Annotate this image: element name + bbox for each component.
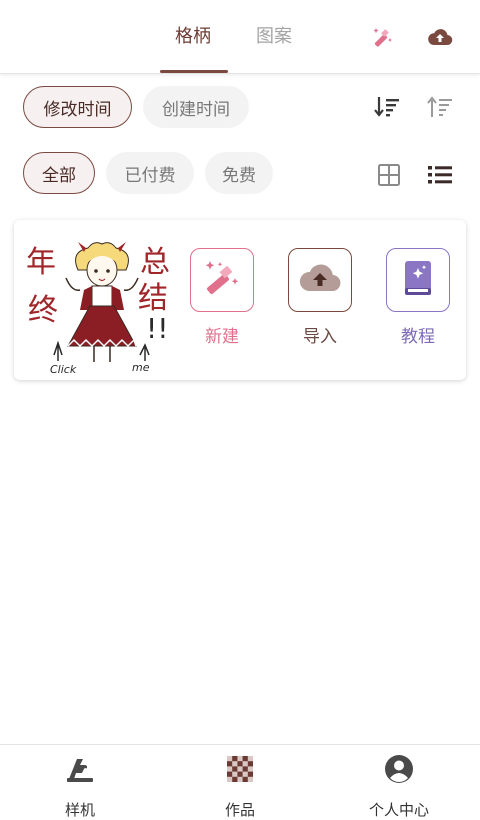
active-tab-indicator [160, 70, 228, 73]
import-button[interactable] [288, 248, 352, 312]
banner-exclaim: !! [146, 312, 168, 345]
tutorial-button[interactable] [386, 248, 450, 312]
sort-descending-icon[interactable] [372, 92, 402, 122]
filter-paid-chip[interactable]: 已付费 [106, 152, 194, 194]
year-end-summary-banner[interactable]: 年 终 总 结 !! Click me [24, 230, 184, 376]
top-header: 格柄 图案 [0, 0, 480, 74]
grid-view-icon[interactable] [374, 160, 404, 190]
bottom-navigation: 样机 作品 个人中心 [0, 744, 480, 820]
new-action[interactable]: 新建 [190, 248, 254, 347]
banner-text-jie: 结 [138, 281, 168, 316]
banner-caption-click: Click [50, 363, 77, 375]
banner-caption-me: me [132, 361, 150, 374]
quick-actions-card: 年 终 总 结 !! Click me 新建 导入 教程 [14, 220, 466, 380]
cloud-upload-icon [298, 261, 342, 299]
import-label: 导入 [303, 327, 337, 347]
machine-icon [65, 755, 95, 787]
filter-all-chip[interactable]: 全部 [23, 152, 95, 194]
new-button[interactable] [190, 248, 254, 312]
nav-item-profile[interactable]: 个人中心 [354, 755, 444, 820]
filter-free-chip[interactable]: 免费 [205, 152, 273, 194]
tab-handle[interactable]: 格柄 [175, 24, 211, 50]
tutorial-action[interactable]: 教程 [386, 248, 450, 347]
import-action[interactable]: 导入 [288, 248, 352, 347]
magic-wand-icon [202, 258, 242, 302]
banner-text-nian: 年 [26, 245, 56, 280]
tab-pattern[interactable]: 图案 [256, 24, 292, 50]
sort-modified-time-chip[interactable]: 修改时间 [23, 86, 132, 128]
nav-label-profile: 个人中心 [368, 801, 429, 819]
checkerboard-icon [226, 755, 254, 787]
nav-label-mockup: 样机 [64, 801, 95, 819]
girl-illustration [65, 242, 139, 362]
tutorial-label: 教程 [401, 327, 435, 347]
banner-text-zhong: 终 [28, 293, 58, 328]
nav-label-works: 作品 [224, 801, 255, 819]
book-icon [400, 259, 436, 301]
profile-icon [384, 754, 414, 788]
banner-text-zong: 总 [140, 245, 170, 280]
sort-ascending-icon[interactable] [425, 92, 455, 122]
list-view-icon[interactable] [425, 160, 455, 190]
cloud-upload-icon[interactable] [427, 24, 453, 50]
sort-created-time-chip[interactable]: 创建时间 [143, 86, 249, 128]
nav-item-mockup[interactable]: 样机 [35, 755, 125, 820]
nav-item-works[interactable]: 作品 [195, 755, 285, 820]
new-label: 新建 [205, 327, 239, 347]
magic-wand-icon[interactable] [370, 24, 396, 50]
